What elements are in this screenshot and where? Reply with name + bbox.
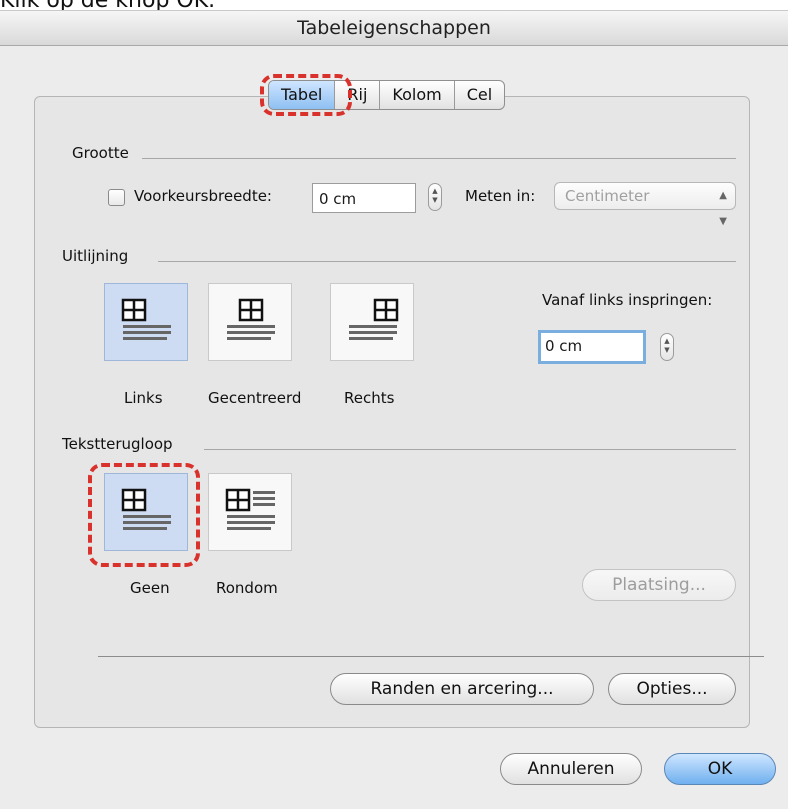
randen-en-arcering-button[interactable]: Randen en arcering...	[330, 673, 594, 705]
tab-kolom[interactable]: Kolom	[380, 81, 455, 109]
section-divider	[204, 449, 736, 450]
table-left-align-icon	[121, 298, 171, 340]
table-properties-dialog: Tabeleigenschappen Tabel Rij Kolom Cel G…	[0, 10, 788, 809]
inspringen-stepper[interactable]: ▲ ▼	[660, 333, 674, 361]
meten-in-select[interactable]: Centimeter ▲ ▼	[554, 182, 736, 227]
wrap-around-label: Rondom	[216, 579, 278, 597]
table-center-align-icon	[227, 298, 275, 340]
align-right-label: Rechts	[344, 389, 395, 407]
align-left-option[interactable]	[104, 283, 188, 361]
footer-divider	[98, 656, 764, 657]
highlight-tab-tabel	[260, 74, 352, 116]
section-title-tekstterugloop: Tekstterugloop	[62, 435, 173, 453]
highlight-wrap-none	[88, 463, 200, 567]
table-right-align-icon	[349, 298, 399, 340]
voorkeursbreedte-checkbox[interactable]	[108, 189, 125, 206]
voorkeursbreedte-input[interactable]: 0 cm	[312, 183, 416, 213]
wrap-none-label: Geen	[130, 579, 170, 597]
align-left-label: Links	[124, 389, 163, 407]
tab-cel[interactable]: Cel	[455, 81, 504, 109]
align-center-label: Gecentreerd	[208, 389, 302, 407]
window-title: Tabeleigenschappen	[0, 11, 788, 46]
voorkeursbreedte-stepper[interactable]: ▲ ▼	[428, 183, 442, 211]
plaatsing-button[interactable]: Plaatsing...	[582, 569, 736, 601]
voorkeursbreedte-label: Voorkeursbreedte:	[134, 187, 272, 205]
meten-in-value: Centimeter	[565, 187, 650, 205]
section-divider	[158, 261, 736, 262]
inspringen-label: Vanaf links inspringen:	[542, 291, 713, 309]
inspringen-input[interactable]: 0 cm	[538, 330, 646, 364]
wrap-around-option[interactable]	[208, 473, 292, 551]
meten-in-label: Meten in:	[465, 187, 536, 205]
align-right-option[interactable]	[330, 283, 414, 361]
annuleren-button[interactable]: Annuleren	[500, 753, 642, 785]
section-title-grootte: Grootte	[72, 144, 129, 162]
opties-button[interactable]: Opties...	[608, 673, 736, 705]
chevron-updown-icon: ▲ ▼	[719, 190, 727, 227]
section-title-uitlijning: Uitlijning	[62, 247, 129, 265]
ok-button[interactable]: OK	[664, 753, 776, 785]
section-divider	[142, 158, 736, 159]
align-center-option[interactable]	[208, 283, 292, 361]
table-wrap-around-icon	[225, 488, 275, 530]
